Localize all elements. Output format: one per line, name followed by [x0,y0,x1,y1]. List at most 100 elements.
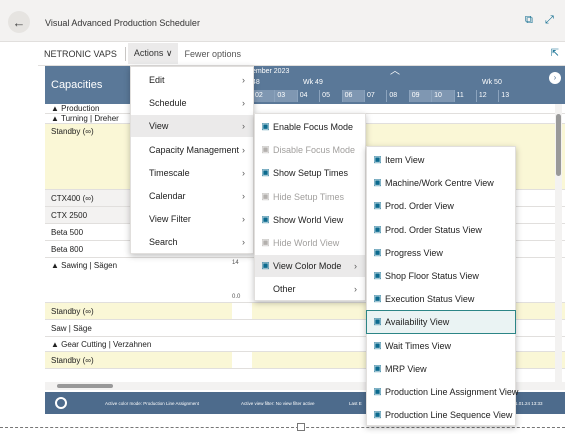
menu-item-label: Availability View [385,317,450,328]
timeline-month: ember 2023 [252,68,290,75]
menu-item-mrp-view[interactable]: ▣ MRP View [367,358,515,380]
fewer-options-button[interactable]: Fewer options [178,49,247,59]
color-mode-icon: ▣ [261,260,270,271]
row-label: Saw | Säge [51,324,92,333]
world-view-icon: ▣ [261,213,270,224]
menu-item-label: Item View [385,155,425,165]
focus-mode-icon: ▣ [261,144,270,155]
menu-item-timescale[interactable]: Timescale › [131,162,253,184]
back-button[interactable]: ← [8,11,30,33]
menu-item-label: Show Setup Times [273,168,349,179]
timeline-week: Wk 50 [482,79,502,86]
capacities-title: Capacities [51,79,103,91]
menu-item-label: Hide World View [273,238,340,248]
menu-item-label: Show World View [273,214,344,225]
timeline-day: 04 [296,90,319,102]
timeline-day: 13 [498,90,520,102]
menu-item-prod-order-view[interactable]: ▣ Prod. Order View [367,195,515,217]
menu-item-label: Hide Setup Times [273,191,345,202]
menu-item-edit[interactable]: Edit › [131,69,253,91]
chevron-right-icon[interactable]: › [549,72,561,84]
chevron-right-icon: › [242,214,245,225]
menu-item-hide-world-view[interactable]: ▣ Hide World View [255,232,365,254]
wait-times-icon: ▣ [373,339,382,350]
menu-item-label: Search [149,237,178,248]
menu-item-prod-order-status-view[interactable]: ▣ Prod. Order Status View [367,219,515,241]
chevron-down-icon: ∨ [165,48,173,58]
menu-item-label: Prod. Order View [385,201,454,212]
menu-item-execution-status-view[interactable]: ▣ Execution Status View [367,288,515,310]
menu-item-wait-times-view[interactable]: ▣ Wait Times View [367,335,515,357]
chevron-right-icon: › [354,284,357,295]
timeline-day: 07 [363,90,386,102]
menu-item-hide-setup-times[interactable]: ▣ Hide Setup Times [255,186,365,208]
setup-times-icon: ▣ [261,190,270,201]
status-view-filter: Active view filter: No view filter activ… [241,401,315,406]
scrollbar-thumb[interactable] [57,384,113,388]
menu-item-calendar[interactable]: Calendar › [131,185,253,207]
timeline-day: 11 [453,90,476,102]
machine-icon: ▣ [373,177,382,188]
app-name: NETRONIC VAPS [44,48,117,59]
menu-item-label: Production Line Assignment View [385,387,519,397]
mrp-icon: ▣ [373,362,382,373]
expand-icon[interactable]: ⤢ [545,14,554,27]
world-view-icon: ▣ [261,237,270,247]
page-title: Visual Advanced Production Scheduler [45,18,200,28]
availability-icon: ▣ [373,316,382,327]
menu-item-label: Production Line Sequence View [385,410,513,421]
menu-item-label: View Filter [149,214,191,225]
load-axis: 14 0.0 [232,258,252,302]
bookmark-icon[interactable]: ⧉ [525,14,533,27]
menu-item-schedule[interactable]: Schedule › [131,92,253,114]
status-last: Last E [349,401,362,406]
line-sequence-icon: ▣ [373,409,382,420]
arrow-left-icon: ← [12,14,26,30]
menu-item-view-color-mode[interactable]: ▣ View Color Mode › [255,255,365,278]
progress-icon: ▣ [373,246,382,257]
menu-item-search[interactable]: Search › [131,231,253,253]
axis-top-label: 14 [232,260,239,266]
timeline-day: 06 [341,90,364,102]
menu-item-label: Edit [149,75,165,85]
menu-item-view[interactable]: View › [131,115,253,138]
menu-item-disable-focus-mode[interactable]: ▣ Disable Focus Mode [255,139,365,161]
timeline-day: 02 [252,90,275,102]
menu-item-label: Shop Floor Status View [385,271,479,281]
chevron-up-icon[interactable]: ︿ [380,66,410,80]
menu-item-production-line-sequence-view[interactable]: ▣ Production Line Sequence View [367,404,515,426]
timeline-day: 08 [386,90,408,102]
menu-item-label: Calendar [149,191,186,201]
actions-button[interactable]: Actions ∨ [127,43,179,64]
menu-item-show-setup-times[interactable]: ▣ Show Setup Times [255,162,365,184]
axis-bottom-label: 0.0 [232,294,241,300]
timeline-day: 10 [431,90,454,102]
menu-item-show-world-view[interactable]: ▣ Show World View [255,209,365,231]
shop-floor-icon: ▣ [373,270,382,280]
timeline-day: 12 [475,90,498,102]
chevron-right-icon: › [242,144,245,155]
menu-item-shop-floor-status-view[interactable]: ▣ Shop Floor Status View [367,265,515,287]
menu-item-other[interactable]: Other › [255,278,365,300]
scrollbar-thumb[interactable] [556,114,561,176]
chevron-right-icon: › [242,237,245,248]
menu-item-machine-work-centre-view[interactable]: ▣ Machine/Work Centre View [367,172,515,194]
vertical-scrollbar[interactable] [555,104,562,384]
resize-handle[interactable] [297,423,305,431]
menu-item-availability-view[interactable]: ▣ Availability View [366,310,516,335]
menu-item-progress-view[interactable]: ▣ Progress View [367,242,515,264]
menu-item-enable-focus-mode[interactable]: ▣ Enable Focus Mode [255,116,365,138]
menu-item-label: Prod. Order Status View [385,224,482,235]
refresh-icon[interactable] [55,397,67,409]
menu-item-view-filter[interactable]: View Filter › [131,208,253,230]
menu-item-label: View [149,121,169,132]
menu-item-production-line-assignment-view[interactable]: ▣ Production Line Assignment View [367,381,519,403]
menu-item-label: Schedule [149,98,187,109]
menu-item-item-view[interactable]: ▣ Item View [367,149,515,171]
chevron-right-icon: › [354,261,357,272]
view-submenu: ▣ Enable Focus Mode ▣ Disable Focus Mode ▣ Sh… [254,113,366,301]
menu-item-label: Other [273,284,296,295]
status-color-mode: Active color mode: Production Line Assig… [105,401,200,406]
share-icon[interactable]: ⇱ [551,48,559,59]
menu-item-capacity-management[interactable]: Capacity Management › [131,139,253,161]
